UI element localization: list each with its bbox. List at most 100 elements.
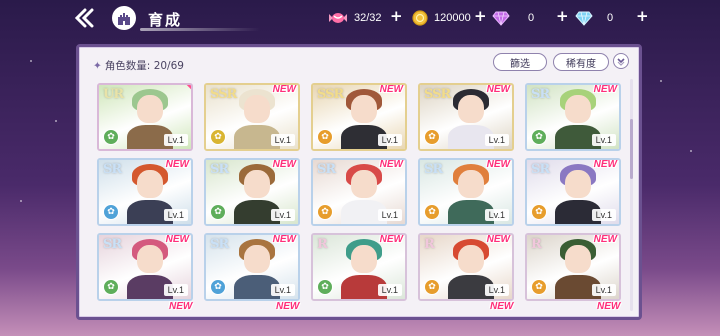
gem-a-value: 0 bbox=[528, 12, 535, 24]
scrollbar[interactable] bbox=[630, 79, 633, 311]
character-face bbox=[244, 245, 270, 273]
rarity-label: SR bbox=[210, 162, 229, 177]
candy-icon bbox=[329, 13, 347, 23]
attribute-leaf-icon: ✿ bbox=[531, 129, 547, 145]
character-face bbox=[351, 245, 377, 273]
new-badge: NEW bbox=[379, 159, 403, 170]
character-card[interactable]: SR NEW ✿ Lv.1 bbox=[204, 233, 300, 301]
castle-icon bbox=[118, 13, 130, 25]
new-badge: NEW bbox=[490, 301, 514, 312]
character-card[interactable]: UR ✿ Lv.1 bbox=[97, 83, 193, 151]
rarity-sort-button[interactable]: 稀有度 bbox=[553, 53, 609, 71]
level-label: Lv.1 bbox=[163, 134, 188, 146]
filter-button[interactable]: 篩选 bbox=[493, 53, 547, 71]
attribute-leaf-icon: ✿ bbox=[103, 129, 119, 145]
level-label: Lv.1 bbox=[591, 209, 616, 221]
level-label: Lv.1 bbox=[377, 209, 402, 221]
character-card[interactable]: R NEW ✿ Lv.1 bbox=[418, 233, 514, 301]
sparkle-decoration bbox=[660, 80, 662, 82]
character-face bbox=[565, 245, 591, 273]
attribute-leaf-icon: ✿ bbox=[103, 204, 119, 220]
stamina-display: 32/32 bbox=[328, 8, 382, 28]
character-face bbox=[244, 95, 270, 123]
sparkle-decoration bbox=[55, 120, 57, 122]
coin-display: 120000 bbox=[412, 8, 471, 28]
new-badge: NEW bbox=[379, 234, 403, 245]
attribute-leaf-icon: ✿ bbox=[531, 204, 547, 220]
new-badge: NEW bbox=[379, 84, 403, 95]
level-label: Lv.1 bbox=[270, 284, 295, 296]
rarity-label: SR bbox=[424, 162, 443, 177]
attribute-leaf-icon: ✿ bbox=[210, 129, 226, 145]
level-label: Lv.1 bbox=[270, 209, 295, 221]
top-bar: 育成 32/32 + 120000 + 0 + 0 + bbox=[0, 0, 720, 36]
sort-order-button[interactable] bbox=[613, 53, 629, 69]
scrollbar-thumb[interactable] bbox=[630, 119, 633, 179]
attribute-leaf-icon: ✿ bbox=[103, 279, 119, 295]
sparkle-icon: ✦ bbox=[93, 60, 102, 72]
character-card[interactable]: SR NEW ✿ Lv.1 bbox=[525, 158, 621, 226]
rarity-label: UR bbox=[103, 87, 124, 102]
character-card[interactable]: SR NEW ✿ Lv.1 bbox=[97, 233, 193, 301]
new-badge: NEW bbox=[165, 159, 189, 170]
attribute-leaf-icon: ✿ bbox=[531, 279, 547, 295]
character-face bbox=[244, 170, 270, 198]
character-grid: UR ✿ Lv.1 SSR NEW ✿ Lv.1 SSR NEW ✿ Lv.1 bbox=[97, 83, 623, 301]
stamina-value: 32/32 bbox=[354, 12, 382, 24]
character-face bbox=[351, 170, 377, 198]
rarity-label: SSR bbox=[317, 87, 344, 102]
chevron-down-icon bbox=[617, 58, 625, 66]
panel-header: ✦ 角色数量: 20/69 篩选 稀有度 bbox=[89, 53, 629, 75]
character-card[interactable]: SR NEW ✿ Lv.1 bbox=[311, 158, 407, 226]
attribute-leaf-icon: ✿ bbox=[424, 204, 440, 220]
rarity-label: R bbox=[424, 237, 435, 252]
character-face bbox=[565, 170, 591, 198]
back-arrow-icon bbox=[74, 8, 94, 28]
rarity-label: SR bbox=[103, 162, 122, 177]
character-face bbox=[458, 170, 484, 198]
new-badge: NEW bbox=[593, 84, 617, 95]
character-card[interactable]: R NEW ✿ Lv.1 bbox=[311, 233, 407, 301]
new-badge: NEW bbox=[486, 234, 510, 245]
new-badge: NEW bbox=[597, 301, 621, 312]
character-card[interactable]: SSR NEW ✿ Lv.1 bbox=[418, 83, 514, 151]
attribute-leaf-icon: ✿ bbox=[424, 279, 440, 295]
character-count: ✦ 角色数量: 20/69 bbox=[93, 58, 184, 73]
new-badge: NEW bbox=[272, 159, 296, 170]
level-label: Lv.1 bbox=[484, 284, 509, 296]
character-card[interactable]: SR NEW ✿ Lv.1 bbox=[418, 158, 514, 226]
attribute-leaf-icon: ✿ bbox=[317, 279, 333, 295]
new-badge: NEW bbox=[486, 84, 510, 95]
sparkle-decoration bbox=[20, 200, 22, 202]
page-title: 育成 bbox=[148, 11, 183, 29]
rarity-label: SR bbox=[531, 87, 550, 102]
character-card[interactable]: SSR NEW ✿ Lv.1 bbox=[204, 83, 300, 151]
rarity-label: SR bbox=[317, 162, 336, 177]
attribute-leaf-icon: ✿ bbox=[317, 204, 333, 220]
back-button[interactable] bbox=[70, 6, 100, 30]
plus-icon: + bbox=[636, 7, 649, 25]
rarity-label: SSR bbox=[424, 87, 451, 102]
character-face bbox=[137, 170, 163, 198]
attribute-leaf-icon: ✿ bbox=[424, 129, 440, 145]
character-card[interactable]: SR NEW ✿ Lv.1 bbox=[97, 158, 193, 226]
attribute-leaf-icon: ✿ bbox=[317, 129, 333, 145]
character-card[interactable]: R NEW ✿ Lv.1 bbox=[525, 233, 621, 301]
coin-icon bbox=[412, 10, 428, 26]
character-card[interactable]: SR NEW ✿ Lv.1 bbox=[525, 83, 621, 151]
character-card[interactable]: SSR NEW ✿ Lv.1 bbox=[311, 83, 407, 151]
new-badge: NEW bbox=[593, 234, 617, 245]
new-badge: NEW bbox=[165, 234, 189, 245]
level-label: Lv.1 bbox=[484, 209, 509, 221]
character-count-text: 角色数量: 20/69 bbox=[104, 60, 184, 72]
home-button[interactable] bbox=[112, 6, 136, 30]
rarity-label: SR bbox=[103, 237, 122, 252]
coin-value: 120000 bbox=[434, 12, 471, 24]
rarity-label: SSR bbox=[210, 87, 237, 102]
new-badge: NEW bbox=[276, 301, 300, 312]
blue-diamond-icon bbox=[575, 11, 593, 26]
new-badge: NEW bbox=[593, 159, 617, 170]
character-card[interactable]: SR NEW ✿ Lv.1 bbox=[204, 158, 300, 226]
new-badge: NEW bbox=[486, 159, 510, 170]
sparkle-decoration bbox=[690, 150, 692, 152]
